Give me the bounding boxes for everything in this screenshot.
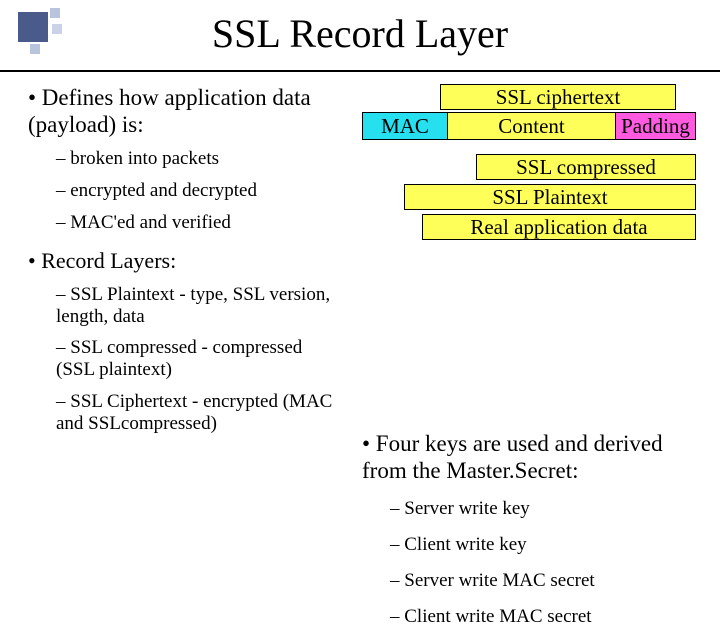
key-client-mac: – Client write MAC secret: [390, 606, 696, 628]
box-mac: MAC: [362, 112, 448, 140]
bullet-mac: – MAC'ed and verified: [56, 212, 338, 234]
keys-section: • Four keys are used and derived from th…: [362, 430, 696, 628]
key-client-write: – Client write key: [390, 534, 696, 556]
bullet-broken: – broken into packets: [56, 148, 338, 170]
record-layers-heading: • Record Layers:: [28, 248, 338, 274]
keys-heading: • Four keys are used and derived from th…: [362, 430, 696, 484]
key-server-mac: – Server write MAC secret: [390, 570, 696, 592]
title-underline: [0, 70, 720, 72]
box-content: Content: [448, 112, 616, 140]
slide-title: SSL Record Layer: [0, 10, 720, 57]
layer-plaintext: – SSL Plaintext - type, SSL version, len…: [56, 284, 338, 328]
right-column: SSL ciphertext MAC Content Padding SSL c…: [362, 84, 696, 628]
box-real-application-data: Real application data: [422, 214, 696, 240]
box-padding: Padding: [616, 112, 696, 140]
record-layer-diagram: SSL ciphertext MAC Content Padding SSL c…: [362, 84, 696, 254]
box-ssl-plaintext: SSL Plaintext: [404, 184, 696, 210]
key-server-write: – Server write key: [390, 498, 696, 520]
ciphertext-row: MAC Content Padding: [362, 112, 696, 140]
bullet-encrypted: – encrypted and decrypted: [56, 180, 338, 202]
layer-ciphertext: – SSL Ciphertext - encrypted (MAC and SS…: [56, 391, 338, 435]
intro-text: • Defines how application data (payload)…: [28, 84, 338, 138]
layer-compressed: – SSL compressed - compressed (SSL plain…: [56, 337, 338, 381]
left-column: • Defines how application data (payload)…: [28, 84, 338, 628]
box-ssl-compressed: SSL compressed: [476, 154, 696, 180]
box-ssl-ciphertext: SSL ciphertext: [440, 84, 676, 110]
